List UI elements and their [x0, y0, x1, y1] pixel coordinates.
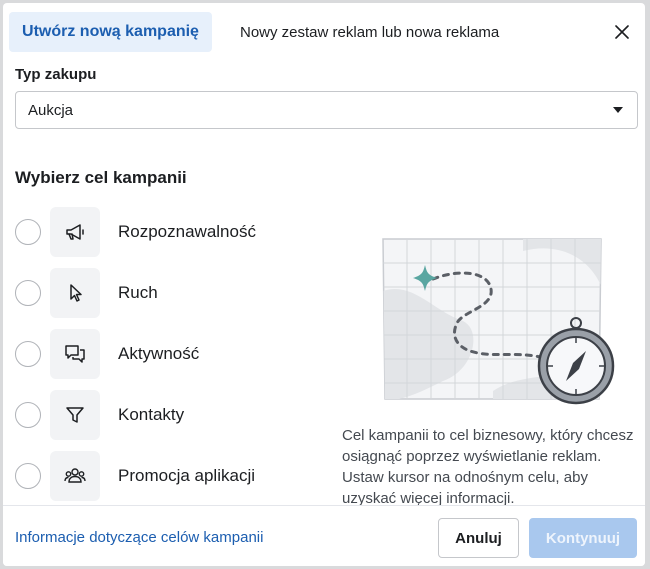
create-campaign-dialog: Utwórz nową kampanię Nowy zestaw reklam …: [3, 3, 645, 566]
objective-radio[interactable]: [15, 341, 41, 367]
tab-create-campaign[interactable]: Utwórz nową kampanię: [9, 12, 212, 52]
objective-label: Kontakty: [118, 405, 185, 424]
objective-description: Cel kampanii to cel biznesowy, który chc…: [342, 427, 634, 507]
objective-label: Rozpoznawalność: [118, 222, 256, 241]
objectives-info-link[interactable]: Informacje dotyczące celów kampanii: [15, 529, 263, 546]
map-compass-illustration: [382, 238, 615, 405]
cursor-icon: [50, 268, 100, 318]
objective-app-promotion[interactable]: Promocja aplikacji: [3, 450, 333, 502]
objective-traffic[interactable]: Ruch: [3, 267, 333, 319]
close-icon: [615, 25, 629, 39]
objective-radio[interactable]: [15, 402, 41, 428]
dialog-footer: Informacje dotyczące celów kampanii Anul…: [3, 505, 645, 566]
close-button[interactable]: [610, 20, 634, 44]
objective-label: Aktywność: [118, 344, 200, 363]
objective-radio[interactable]: [15, 463, 41, 489]
people-icon: [50, 451, 100, 501]
cancel-button[interactable]: Anuluj: [438, 518, 519, 558]
objective-awareness[interactable]: Rozpoznawalność: [3, 206, 333, 258]
objective-label: Promocja aplikacji: [118, 466, 255, 485]
tab-new-ad-set-or-ad[interactable]: Nowy zestaw reklam lub nowa reklama: [240, 12, 499, 52]
objective-radio[interactable]: [15, 219, 41, 245]
funnel-icon: [50, 390, 100, 440]
objective-engagement[interactable]: Aktywność: [3, 328, 333, 380]
objective-label: Ruch: [118, 283, 158, 302]
objective-radio[interactable]: [15, 280, 41, 306]
objective-leads[interactable]: Kontakty: [3, 389, 333, 441]
continue-button[interactable]: Kontynuuj: [529, 518, 637, 558]
purchase-type-value: Aukcja: [28, 101, 74, 119]
purchase-type-select[interactable]: Aukcja: [15, 91, 638, 129]
caret-down-icon: [613, 107, 623, 113]
objective-section-title: Wybierz cel kampanii: [15, 168, 187, 187]
purchase-type-label: Typ zakupu: [15, 66, 97, 83]
chat-bubbles-icon: [50, 329, 100, 379]
megaphone-icon: [50, 207, 100, 257]
